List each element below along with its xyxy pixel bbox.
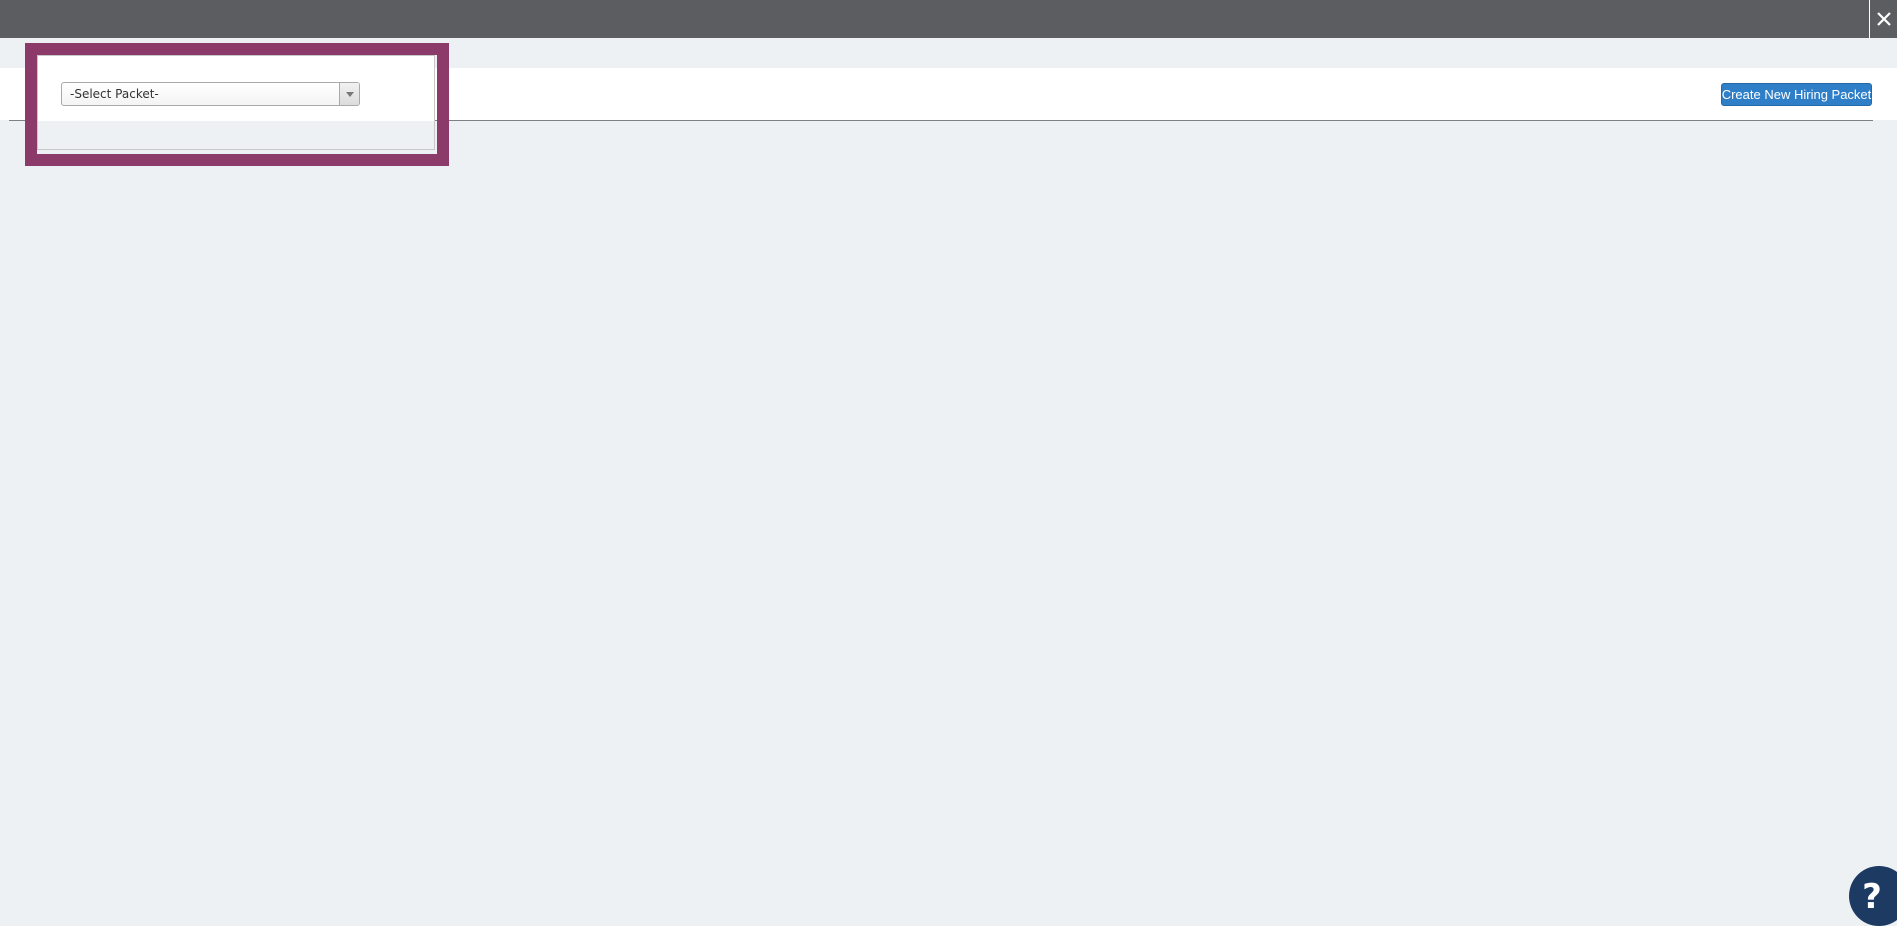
packet-select[interactable]: -Select Packet- <box>61 82 360 106</box>
top-bar <box>0 0 1897 38</box>
close-button[interactable] <box>1869 0 1897 38</box>
chevron-down-icon[interactable] <box>339 83 359 105</box>
create-hiring-packet-button[interactable]: Create New Hiring Packet <box>1721 83 1872 106</box>
help-icon: ? <box>1862 877 1882 917</box>
close-icon <box>1875 10 1893 28</box>
help-button[interactable]: ? <box>1849 866 1897 926</box>
packet-select-value: -Select Packet- <box>70 87 159 101</box>
